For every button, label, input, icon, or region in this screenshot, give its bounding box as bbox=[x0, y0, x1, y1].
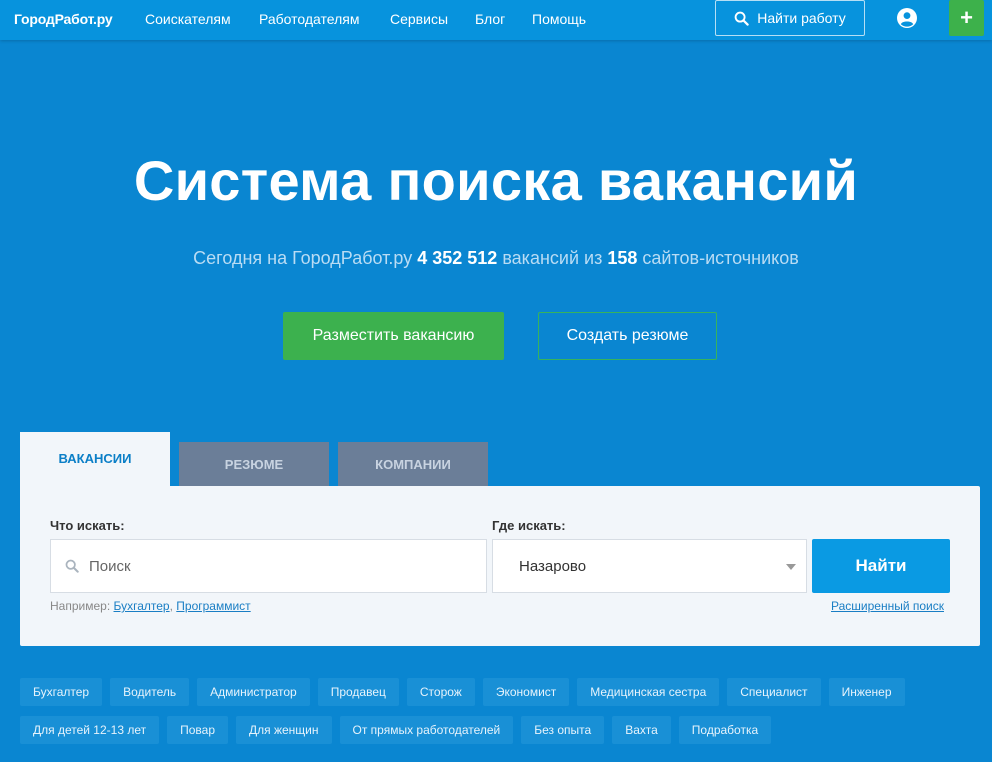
example-prefix: Например: bbox=[50, 599, 111, 613]
search-input[interactable]: Поиск bbox=[50, 539, 487, 593]
query-chip[interactable]: Подработка bbox=[678, 716, 772, 744]
hero-sub-prefix: Сегодня на ГородРабот.ру bbox=[193, 248, 413, 268]
query-chip[interactable]: Повар bbox=[167, 716, 228, 744]
query-chip[interactable]: Администратор bbox=[197, 678, 310, 706]
query-chip[interactable]: Медицинская сестра bbox=[577, 678, 720, 706]
hero-sub-middle: вакансий из bbox=[502, 248, 603, 268]
chevron-down-icon bbox=[786, 564, 796, 570]
add-button[interactable]: + bbox=[949, 0, 984, 36]
plus-icon: + bbox=[960, 5, 973, 30]
tab-vacancies[interactable]: ВАКАНСИИ bbox=[20, 432, 170, 488]
search-example: Например: Бухгалтер, Программист bbox=[50, 599, 251, 613]
nav-link-help[interactable]: Помощь bbox=[532, 11, 586, 27]
what-label: Что искать: bbox=[50, 518, 125, 533]
example-link-accountant[interactable]: Бухгалтер bbox=[114, 599, 170, 613]
query-chip[interactable]: Без опыта bbox=[521, 716, 605, 744]
site-logo[interactable]: ГородРабот.ру bbox=[14, 11, 113, 27]
tab-resumes[interactable]: РЕЗЮМЕ bbox=[179, 442, 329, 486]
hero-subtitle: Сегодня на ГородРабот.ру 4 352 512 вакан… bbox=[0, 248, 992, 269]
find-job-button[interactable]: Найти работу bbox=[715, 0, 865, 36]
query-chip[interactable]: От прямых работодателей bbox=[339, 716, 514, 744]
search-icon bbox=[734, 11, 749, 26]
query-chip[interactable]: Вахта bbox=[612, 716, 671, 744]
vacancy-count: 4 352 512 bbox=[417, 248, 498, 268]
query-chip[interactable]: Продавец bbox=[317, 678, 399, 706]
nav-link-seekers[interactable]: Соискателям bbox=[145, 11, 231, 27]
nav-link-blog[interactable]: Блог bbox=[475, 11, 505, 27]
hero-sub-suffix: сайтов-источников bbox=[642, 248, 799, 268]
query-chip[interactable]: Специалист bbox=[727, 678, 821, 706]
popular-queries: Бухгалтер Водитель Администратор Продавец Ст… bbox=[20, 678, 980, 754]
chip-row: Бухгалтер Водитель Администратор Продавец Ст… bbox=[20, 678, 980, 706]
create-resume-button[interactable]: Создать резюме bbox=[538, 312, 717, 360]
query-chip[interactable]: Для женщин bbox=[236, 716, 332, 744]
advanced-search-link[interactable]: Расширенный поиск bbox=[812, 599, 944, 613]
user-account-icon[interactable] bbox=[897, 8, 917, 28]
location-value: Назарово bbox=[519, 557, 587, 575]
where-label: Где искать: bbox=[492, 518, 566, 533]
post-vacancy-button[interactable]: Разместить вакансию bbox=[283, 312, 504, 360]
query-chip[interactable]: Инженер bbox=[828, 678, 905, 706]
search-placeholder: Поиск bbox=[89, 557, 131, 575]
nav-link-employers[interactable]: Работодателям bbox=[259, 11, 360, 27]
top-navbar: ГородРабот.ру Соискателям Работодателям … bbox=[0, 0, 992, 40]
nav-link-services[interactable]: Сервисы bbox=[390, 11, 448, 27]
query-chip[interactable]: Для детей 12-13 лет bbox=[20, 716, 160, 744]
chip-row: Для детей 12-13 лет Повар Для женщин От пря… bbox=[20, 716, 980, 744]
query-chip[interactable]: Бухгалтер bbox=[20, 678, 103, 706]
query-chip[interactable]: Водитель bbox=[110, 678, 190, 706]
query-chip[interactable]: Сторож bbox=[406, 678, 475, 706]
search-icon bbox=[65, 559, 79, 573]
hero-title: Система поиска вакансий bbox=[133, 149, 859, 212]
search-panel: Что искать: Где искать: Поиск Назарово Н… bbox=[20, 486, 980, 646]
example-link-programmer[interactable]: Программист bbox=[176, 599, 250, 613]
source-count: 158 bbox=[607, 248, 638, 268]
tab-companies[interactable]: КОМПАНИИ bbox=[338, 442, 488, 486]
location-select[interactable]: Назарово bbox=[492, 539, 807, 593]
find-job-label: Найти работу bbox=[757, 10, 846, 26]
query-chip[interactable]: Экономист bbox=[482, 678, 570, 706]
find-button[interactable]: Найти bbox=[812, 539, 950, 593]
